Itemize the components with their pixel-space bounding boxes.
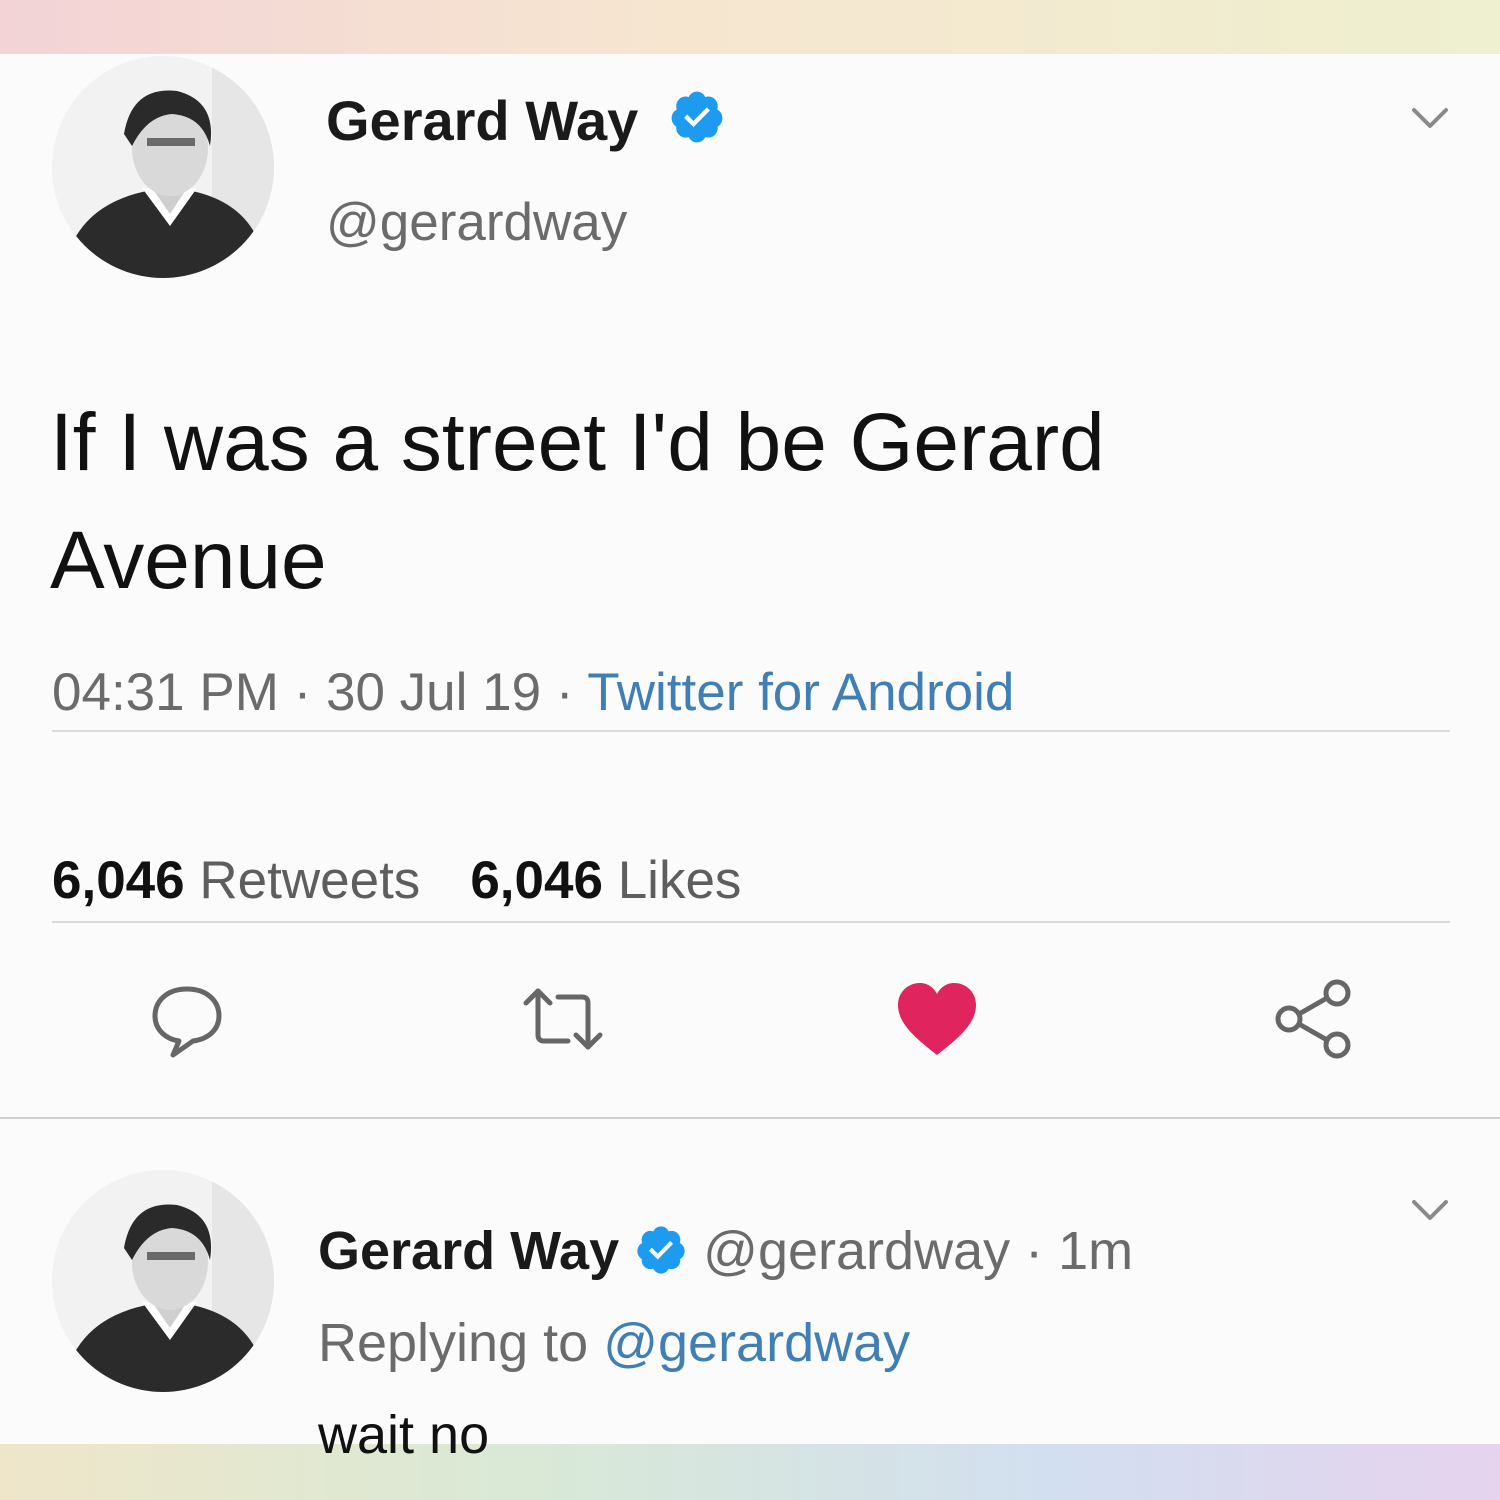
chevron-down-icon[interactable] [1408, 1186, 1452, 1230]
like-label: Likes [617, 851, 742, 910]
reply-author-avatar[interactable] [52, 1170, 274, 1392]
tweet-source-link[interactable]: Twitter for Android [587, 663, 1014, 722]
author-handle[interactable]: @gerardway [326, 192, 627, 253]
reply-author-name[interactable]: Gerard Way [318, 1221, 619, 1281]
meta-separator: · [1025, 1221, 1044, 1281]
author-name[interactable]: Gerard Way [326, 88, 638, 153]
tweet-text: If I was a street I'd be Gerard Avenue [50, 397, 1105, 606]
tweet-date: 30 Jul 19 [325, 663, 542, 722]
replying-to-line: Replying to @gerardway [318, 1312, 910, 1374]
like-count: 6,046 [470, 851, 603, 910]
replying-to-label: Replying to [318, 1313, 589, 1373]
share-button[interactable] [1268, 974, 1358, 1064]
heart-icon [898, 983, 976, 1055]
reply-text: wait no [318, 1405, 490, 1465]
reply-header: Gerard Way @gerardway · 1m [318, 1220, 1133, 1282]
comment-icon [152, 986, 222, 1058]
tweet-stats: 6,046 Retweets 6,046 Likes [52, 850, 741, 911]
tweet-meta: 04:31 PM · 30 Jul 19 · Twitter for Andro… [52, 662, 1014, 723]
retweet-icon [523, 988, 603, 1050]
retweet-button[interactable] [518, 974, 608, 1064]
reply-age: 1m [1058, 1221, 1134, 1281]
divider [0, 1117, 1500, 1119]
share-icon [1275, 979, 1351, 1059]
retweet-count: 6,046 [52, 851, 185, 910]
divider [52, 921, 1450, 923]
meta-separator: · [555, 663, 574, 722]
verified-badge-icon [634, 1223, 688, 1277]
meta-separator: · [293, 663, 312, 722]
like-button[interactable] [892, 974, 982, 1064]
chevron-down-icon[interactable] [1408, 94, 1452, 138]
likes-stat[interactable]: 6,046 Likes [470, 851, 741, 910]
tweet-time: 04:31 PM [52, 663, 279, 722]
retweet-label: Retweets [199, 851, 421, 910]
divider [52, 730, 1450, 732]
reply-button[interactable] [142, 974, 232, 1064]
retweets-stat[interactable]: 6,046 Retweets [52, 851, 420, 910]
tweet-card: Gerard Way @gerardway If I was a street … [0, 54, 1500, 1465]
replying-to-mention[interactable]: @gerardway [603, 1313, 910, 1373]
verified-badge-icon [668, 88, 726, 146]
author-avatar[interactable] [52, 56, 274, 278]
bottom-gradient-band [0, 1444, 1500, 1500]
reply-author-handle[interactable]: @gerardway [703, 1221, 1010, 1281]
